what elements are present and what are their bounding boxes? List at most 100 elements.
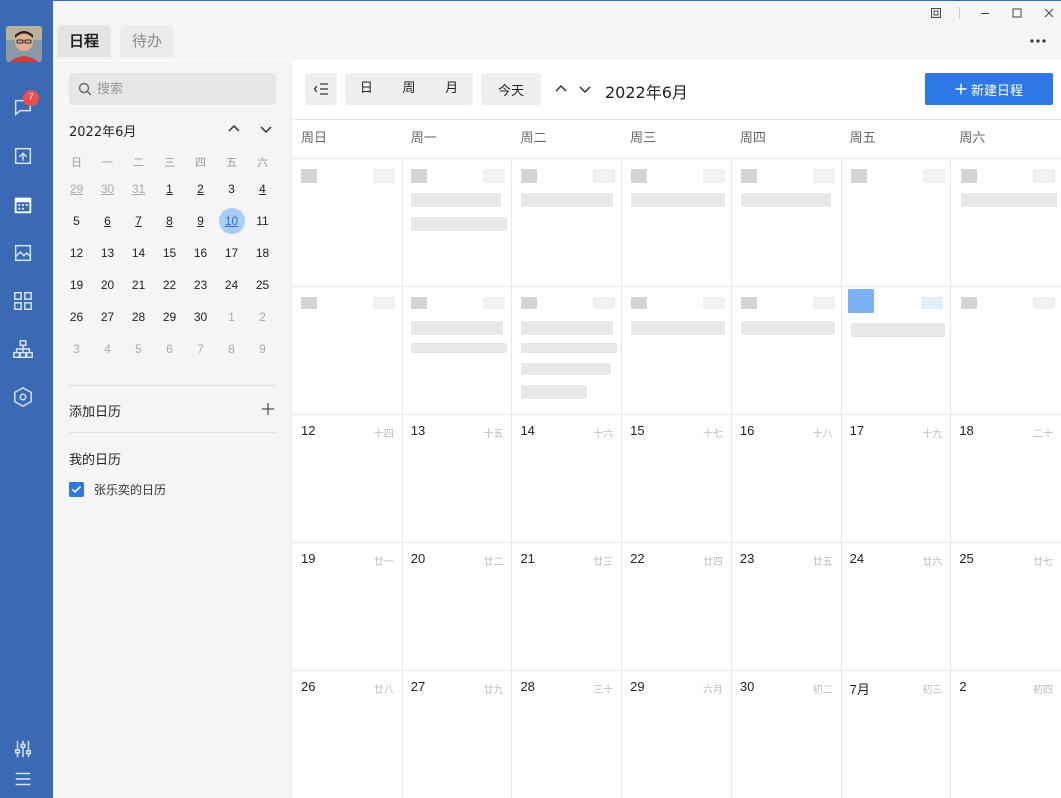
apps-icon[interactable] [10, 288, 36, 314]
more-options-icon[interactable] [1029, 33, 1047, 43]
lunar-date: 三十 [593, 685, 614, 696]
day-cell[interactable]: 12 十四 [293, 415, 403, 542]
mini-day[interactable]: 1 [216, 310, 247, 324]
calendar-checkbox[interactable] [69, 482, 84, 497]
mini-day[interactable]: 25 [247, 278, 278, 292]
mini-day[interactable]: 18 [247, 246, 278, 260]
search-input[interactable] [97, 73, 272, 105]
mini-day[interactable]: 2 [247, 310, 278, 324]
mini-day[interactable]: 3 [61, 342, 92, 356]
mini-day[interactable]: 2 [185, 182, 216, 196]
day-cell[interactable]: 26 廿八 [293, 671, 403, 798]
chevron-down-icon[interactable] [258, 121, 274, 137]
mini-day[interactable]: 7 [185, 342, 216, 356]
maximize-icon[interactable] [1007, 5, 1027, 21]
mini-day[interactable]: 29 [154, 310, 185, 324]
settings-sliders-icon[interactable] [10, 736, 36, 762]
mini-day[interactable]: 4 [247, 182, 278, 196]
day-cell[interactable]: 18 二十 [951, 415, 1061, 542]
mini-day[interactable]: 5 [61, 214, 92, 228]
image-icon[interactable] [10, 240, 36, 266]
mini-day[interactable]: 24 [216, 278, 247, 292]
mini-day[interactable]: 26 [61, 310, 92, 324]
mini-day[interactable]: 30 [92, 182, 123, 196]
day-cell[interactable]: 19 廿一 [293, 543, 403, 670]
mini-day[interactable]: 11 [247, 214, 278, 228]
calendar-icon[interactable] [10, 192, 36, 218]
day-cell[interactable]: 22 廿四 [622, 543, 732, 670]
mini-day[interactable]: 1 [154, 182, 185, 196]
search-box[interactable] [69, 73, 276, 105]
view-day-button[interactable]: 日 [345, 73, 388, 105]
tab-todo[interactable]: 待办 [120, 25, 175, 57]
mini-day[interactable]: 8 [216, 342, 247, 356]
day-cell[interactable]: 24 廿六 [842, 543, 952, 670]
day-cell[interactable]: 2 初四 [951, 671, 1061, 798]
tab-schedule[interactable]: 日程 [57, 25, 112, 57]
day-cell[interactable]: 27 廿九 [403, 671, 513, 798]
minimize-icon[interactable] [975, 5, 995, 21]
mini-day[interactable]: 28 [123, 310, 154, 324]
day-cell[interactable]: 21 廿三 [512, 543, 623, 670]
day-cell[interactable]: 16 十八 [732, 415, 842, 542]
menu-icon[interactable] [10, 766, 36, 792]
cube-icon[interactable] [10, 143, 36, 169]
hexagon-icon[interactable] [10, 384, 36, 410]
prev-month-icon[interactable] [553, 81, 569, 97]
mini-day[interactable]: 22 [154, 278, 185, 292]
day-cell[interactable]: 7月 初三 [842, 671, 952, 798]
mini-day[interactable]: 16 [185, 246, 216, 260]
redacted-block [1033, 169, 1055, 183]
mini-day[interactable]: 17 [216, 246, 247, 260]
day-cell[interactable]: 28 三十 [512, 671, 623, 798]
mini-day[interactable]: 31 [123, 182, 154, 196]
day-cell[interactable]: 29 六月 [622, 671, 732, 798]
add-calendar-button[interactable] [260, 401, 276, 417]
mini-day[interactable]: 6 [92, 214, 123, 228]
day-cell[interactable]: 17 十九 [842, 415, 952, 542]
mini-day[interactable]: 6 [154, 342, 185, 356]
restore-window-icon[interactable] [926, 5, 946, 21]
mini-day-number: 1 [228, 310, 235, 324]
mini-day[interactable]: 7 [123, 214, 154, 228]
collapse-sidebar-button[interactable] [305, 73, 337, 105]
view-week-button[interactable]: 周 [388, 73, 431, 105]
calendar-item-label: 张乐奕的日历 [94, 483, 167, 497]
mini-day[interactable]: 5 [123, 342, 154, 356]
mini-day[interactable]: 20 [92, 278, 123, 292]
next-month-icon[interactable] [577, 81, 593, 97]
day-cell[interactable]: 25 廿七 [951, 543, 1061, 670]
mini-day[interactable]: 14 [123, 246, 154, 260]
mini-day[interactable]: 4 [92, 342, 123, 356]
avatar[interactable] [6, 26, 42, 62]
today-button[interactable]: 今天 [481, 73, 541, 105]
mini-day-today[interactable]: 10 [216, 208, 247, 234]
mini-day[interactable]: 29 [61, 182, 92, 196]
org-icon[interactable] [10, 336, 36, 362]
day-cell[interactable]: 14 十六 [512, 415, 623, 542]
mini-day[interactable]: 8 [154, 214, 185, 228]
new-event-button[interactable]: 新建日程 [925, 73, 1053, 105]
calendar-item[interactable]: 张乐奕的日历 [69, 481, 166, 498]
redacted-block [631, 169, 647, 183]
mini-day[interactable]: 27 [92, 310, 123, 324]
close-icon[interactable] [1039, 5, 1059, 21]
mini-day[interactable]: 30 [185, 310, 216, 324]
day-cell[interactable]: 15 十七 [622, 415, 732, 542]
mini-day[interactable]: 9 [247, 342, 278, 356]
mini-day[interactable]: 12 [61, 246, 92, 260]
view-month-button[interactable]: 月 [430, 73, 473, 105]
lunar-date: 廿三 [593, 557, 614, 568]
day-cell[interactable]: 20 廿二 [403, 543, 513, 670]
mini-day[interactable]: 23 [185, 278, 216, 292]
day-cell[interactable]: 23 廿五 [732, 543, 842, 670]
mini-day[interactable]: 19 [61, 278, 92, 292]
mini-day[interactable]: 21 [123, 278, 154, 292]
day-cell[interactable]: 13 十五 [403, 415, 513, 542]
day-cell[interactable]: 30 初二 [732, 671, 842, 798]
chevron-up-icon[interactable] [226, 121, 242, 137]
mini-day[interactable]: 3 [216, 182, 247, 196]
mini-day[interactable]: 13 [92, 246, 123, 260]
mini-day[interactable]: 15 [154, 246, 185, 260]
mini-day[interactable]: 9 [185, 214, 216, 228]
